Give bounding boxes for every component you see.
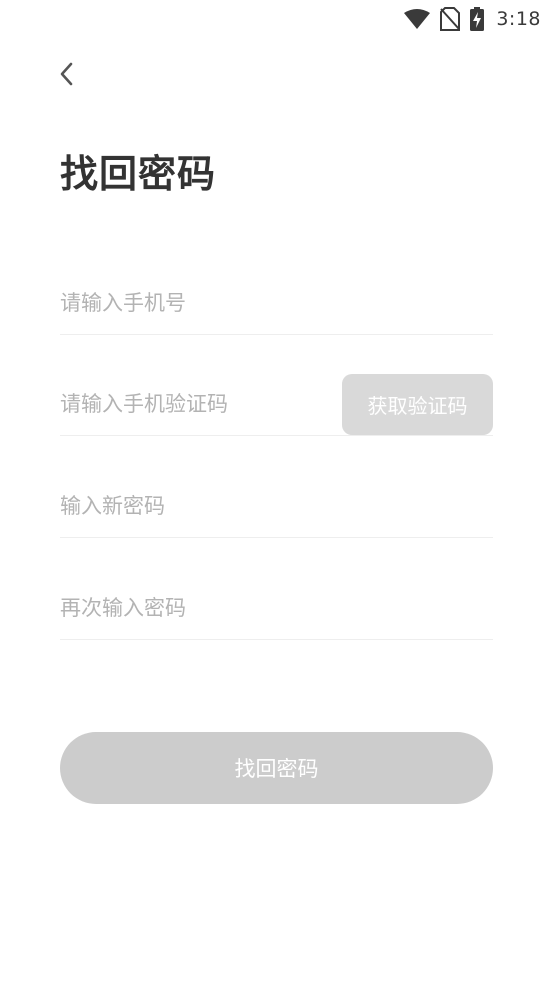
confirm-password-field [60, 577, 493, 640]
battery-charging-icon [470, 7, 485, 31]
no-sim-icon [440, 7, 461, 31]
status-time: 3:18 [496, 8, 541, 30]
status-bar: 3:18 [0, 0, 553, 38]
wifi-icon [404, 9, 431, 29]
code-field: 获取验证码 [60, 373, 493, 436]
new-password-input[interactable] [60, 475, 493, 537]
verification-code-input[interactable] [60, 373, 330, 435]
phone-field [60, 272, 493, 335]
back-button[interactable] [50, 56, 84, 96]
page-title: 找回密码 [60, 152, 217, 196]
recover-password-button[interactable]: 找回密码 [60, 732, 493, 804]
status-icons: 3:18 [404, 5, 541, 33]
confirm-password-input[interactable] [60, 577, 493, 639]
new-password-field [60, 475, 493, 538]
get-code-button[interactable]: 获取验证码 [342, 374, 493, 435]
chevron-left-icon [58, 61, 76, 91]
phone-input[interactable] [60, 272, 493, 334]
